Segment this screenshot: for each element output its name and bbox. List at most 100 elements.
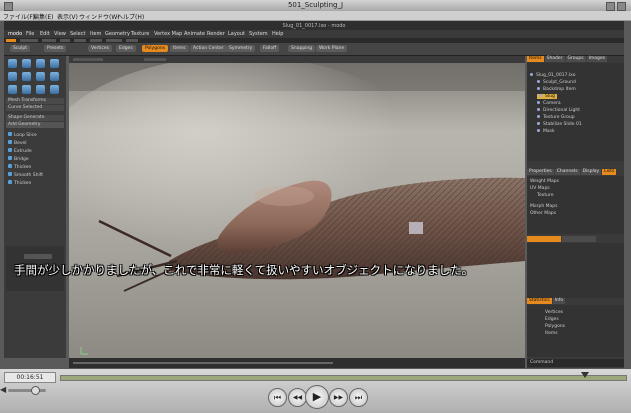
seek-bar[interactable] (60, 375, 627, 381)
menu-window[interactable]: ウィンドウ(W) (79, 12, 120, 21)
thicken-item[interactable]: Thicken (8, 164, 31, 170)
modo-menu-file[interactable]: File (26, 32, 34, 37)
tab-channels[interactable]: Channels (554, 169, 580, 175)
shape-generate-section[interactable]: Shape Generate (6, 115, 64, 121)
vmap-uv-maps[interactable]: UV Maps (530, 186, 550, 191)
action-center-button[interactable]: Action Center (190, 45, 227, 52)
menu-help[interactable]: ヘルプ(H) (117, 12, 144, 21)
vmap-other-maps[interactable]: Other Maps (530, 211, 556, 216)
smooth-shift-item[interactable]: Smooth Shift (8, 172, 43, 178)
modo-menu-help[interactable]: Help (272, 32, 283, 37)
falloff-button[interactable]: Falloff (260, 45, 280, 52)
modo-menu-texture[interactable]: Texture (131, 32, 149, 37)
item-row[interactable]: Stabilize Slide 01 (537, 122, 582, 127)
extrude-tool-icon[interactable] (22, 72, 31, 81)
modo-menu-select[interactable]: Select (70, 32, 85, 37)
viewport-menu[interactable] (73, 58, 103, 61)
presets-button[interactable]: Presets (44, 45, 67, 52)
window-minimize-icon[interactable] (606, 2, 615, 11)
push-tool-icon[interactable] (22, 85, 31, 94)
bevel-item[interactable]: Bevel (8, 140, 27, 146)
work-plane-button[interactable]: Work Plane (316, 45, 348, 52)
speaker-icon[interactable]: ◀ (0, 385, 6, 394)
tab-layers[interactable] (527, 236, 561, 242)
modo-menu-logo[interactable]: modo (8, 32, 22, 37)
tab-groups[interactable]: Groups (565, 56, 586, 62)
modo-menu-vertex-map[interactable]: Vertex Map (154, 32, 182, 37)
item-row[interactable]: Sculpt_Ground (537, 80, 576, 85)
stat-polygons[interactable]: Polygons (545, 324, 565, 329)
transform-tool-icon[interactable] (50, 59, 59, 68)
window-maximize-icon[interactable] (617, 2, 626, 11)
menu-view[interactable]: 表示(V) (57, 12, 78, 21)
layout-tab[interactable] (20, 39, 38, 42)
extrude-item[interactable]: Extrude (8, 148, 32, 154)
tab-shader[interactable]: Shader (544, 56, 565, 62)
loop-slice-item[interactable]: Loop Slice (8, 132, 37, 138)
layout-tab[interactable] (90, 39, 102, 42)
sculpt-button[interactable]: Sculpt (10, 45, 31, 52)
stat-vertices[interactable]: Vertices (545, 310, 563, 315)
bend-tool-icon[interactable] (36, 72, 45, 81)
modo-menu-layout[interactable]: Layout (228, 32, 245, 37)
modo-menu-view[interactable]: View (54, 32, 66, 37)
add-geometry-section[interactable]: Add Geometry (6, 122, 64, 128)
play-button[interactable]: ▶ (305, 385, 329, 409)
modo-menu-geometry[interactable]: Geometry (105, 32, 130, 37)
viewport-view-menu[interactable] (144, 58, 166, 61)
vertices-button[interactable]: Vertices (88, 45, 112, 52)
seek-thumb[interactable] (581, 372, 590, 378)
tab-items[interactable]: Items (527, 56, 544, 62)
thicken-item-2[interactable]: Thicken (8, 180, 31, 186)
layout-tab[interactable] (106, 39, 122, 42)
vmap-texture[interactable]: Texture (537, 193, 553, 198)
snapping-button[interactable]: Snapping (288, 45, 316, 52)
tab-info-2[interactable]: Info (552, 298, 566, 304)
item-row[interactable]: Backdrop Item (537, 87, 576, 92)
mesh-transforms-section[interactable]: Mesh Transforms (6, 98, 64, 104)
skip-to-end-button[interactable]: ⏭ (349, 388, 368, 407)
curve-selected-section[interactable]: Curve Selected (6, 105, 64, 111)
skip-to-start-button[interactable]: ⏮ (268, 388, 287, 407)
item-row-selected[interactable]: Slug (537, 94, 557, 99)
tab-info[interactable] (562, 236, 596, 242)
command-line[interactable]: Command (527, 359, 624, 367)
polygons-button[interactable]: Polygons (142, 45, 169, 52)
menu-file[interactable]: ファイル(F) (3, 12, 35, 21)
magnet-tool-icon[interactable] (50, 85, 59, 94)
rotate-tool-icon[interactable] (22, 59, 31, 68)
layout-tab[interactable] (74, 39, 86, 42)
edges-button[interactable]: Edges (116, 45, 136, 52)
shear-tool-icon[interactable] (36, 85, 45, 94)
item-row[interactable]: Camera (537, 101, 561, 106)
layout-tab[interactable] (42, 39, 56, 42)
item-row[interactable]: Texture Group (537, 115, 575, 120)
layout-tab[interactable] (126, 39, 138, 42)
twist-tool-icon[interactable] (50, 72, 59, 81)
modo-menu-render[interactable]: Render (207, 32, 225, 37)
modo-menu-animate[interactable]: Animate (184, 32, 205, 37)
menu-edit[interactable]: 編集(E) (33, 12, 53, 21)
scale-tool-icon[interactable] (36, 59, 45, 68)
symmetry-button[interactable]: Symmetry (226, 45, 256, 52)
tab-lists[interactable]: Lists (602, 169, 617, 175)
layout-tab-active[interactable] (6, 39, 16, 42)
tab-properties[interactable]: Properties (527, 169, 554, 175)
stat-edges[interactable]: Edges (545, 317, 559, 322)
item-row-scene[interactable]: Slug_01_0017.lxo (530, 73, 575, 78)
layout-tab[interactable] (60, 39, 70, 42)
move-tool-icon[interactable] (8, 59, 17, 68)
modo-menu-system[interactable]: System (249, 32, 268, 37)
tab-images[interactable]: Images (586, 56, 608, 62)
item-row[interactable]: Directional Light (537, 108, 580, 113)
fast-forward-button[interactable]: ▶▶ (329, 388, 348, 407)
smooth-tool-icon[interactable] (8, 85, 17, 94)
3d-viewport[interactable] (69, 56, 525, 358)
tool-property-field[interactable] (24, 254, 52, 259)
item-row[interactable]: Mask (537, 129, 555, 134)
vmap-morph-maps[interactable]: Morph Maps (530, 204, 557, 209)
volume-thumb[interactable] (30, 386, 40, 395)
stat-items[interactable]: Items (545, 331, 558, 336)
tab-statistics[interactable]: Statistics (527, 298, 552, 304)
items-button[interactable]: Items (170, 45, 189, 52)
